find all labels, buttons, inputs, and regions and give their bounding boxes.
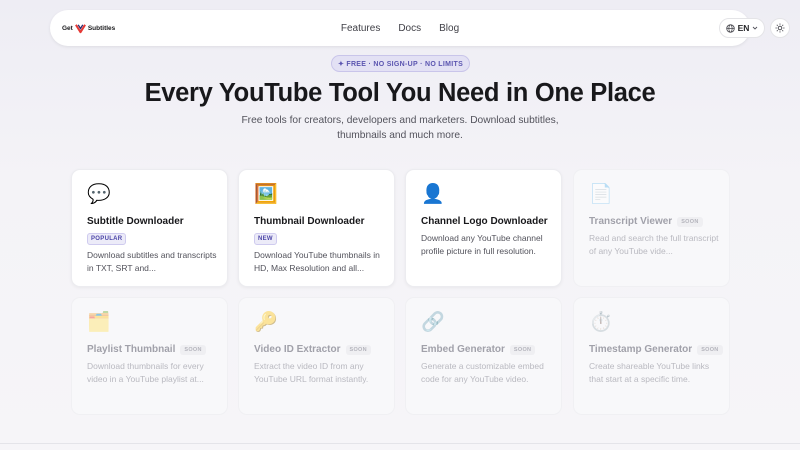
- soon-badge: SOON: [345, 344, 371, 355]
- divider: [0, 443, 800, 444]
- tool-description: Create shareable YouTube links that star…: [589, 361, 710, 384]
- tool-title: Transcript Viewer: [589, 216, 673, 227]
- stopwatch-icon: ⏱️: [589, 311, 613, 333]
- logo-mark-icon: [74, 23, 86, 33]
- tool-card: 🔗 Embed Generator SOON Generate a customiza…: [405, 297, 562, 415]
- key-icon: 🔑: [254, 311, 278, 333]
- tool-description: Generate a customizable embed code for a…: [421, 361, 544, 384]
- tool-title: Playlist Thumbnail: [87, 344, 176, 355]
- logo-text-subtitles: Subtitles: [87, 24, 116, 32]
- tool-title: Thumbnail Downloader: [254, 216, 365, 227]
- tool-title-row: Embed Generator SOON: [421, 344, 536, 355]
- tool-title-row: Thumbnail Downloader: [254, 216, 365, 227]
- language-selector[interactable]: EN: [719, 18, 765, 38]
- document-icon: 📄: [589, 183, 613, 205]
- tool-card: 🔑 Video ID Extractor SOON Extract the video…: [238, 297, 395, 415]
- nav-link-docs[interactable]: Docs: [398, 23, 421, 34]
- tool-title: Video ID Extractor: [254, 344, 341, 355]
- tool-title-row: Playlist Thumbnail SOON: [87, 344, 206, 355]
- tool-card[interactable]: 🖼️ Thumbnail Downloader NEW Download YouTub…: [238, 169, 395, 287]
- tool-card: ⏱️ Timestamp Generator SOON Create shareabl…: [573, 297, 730, 415]
- tool-title-row: Video ID Extractor SOON: [254, 344, 371, 355]
- tool-description: Read and search the full transcript of a…: [589, 233, 719, 256]
- logo[interactable]: Get Subtitles: [62, 21, 115, 35]
- tool-description: Download thumbnails for every video in a…: [87, 361, 204, 384]
- tool-card: 📄 Transcript Viewer SOON Read and search th…: [573, 169, 730, 287]
- tool-description: Download YouTube thumbnails in HD, Max R…: [254, 250, 380, 273]
- tool-description: Extract the video ID from any YouTube UR…: [254, 361, 369, 384]
- free-badge: ✦ FREE · NO SIGN-UP · NO LIMITS: [331, 55, 470, 72]
- sun-icon: [775, 23, 785, 33]
- chevron-down-icon: [753, 26, 758, 30]
- soon-badge: SOON: [697, 344, 723, 355]
- link-icon: 🔗: [421, 311, 445, 333]
- speech-bubble-icon: 💬: [87, 183, 111, 205]
- tool-title-row: Transcript Viewer SOON: [589, 216, 703, 227]
- theme-toggle-button[interactable]: [770, 18, 790, 38]
- tool-title: Embed Generator: [421, 344, 505, 355]
- nav-link-features[interactable]: Features: [341, 23, 380, 34]
- tool-card[interactable]: 👤 Channel Logo Downloader Download any You…: [405, 169, 562, 287]
- soon-badge: SOON: [677, 216, 703, 227]
- globe-icon: [725, 23, 735, 33]
- soon-badge: SOON: [180, 344, 206, 355]
- page-subtitle: Free tools for creators, developers and …: [241, 115, 559, 141]
- nav-links: Features Docs Blog: [50, 10, 750, 46]
- tool-title-row: Timestamp Generator SOON: [589, 344, 723, 355]
- tool-title: Subtitle Downloader: [87, 216, 184, 227]
- folder-icon: 🗂️: [87, 311, 111, 333]
- user-silhouette-icon: 👤: [421, 183, 445, 205]
- tool-card: 🗂️ Playlist Thumbnail SOON Download thumbna…: [71, 297, 228, 415]
- top-navbar: Get Subtitles Features Docs Blog EN: [50, 10, 790, 46]
- tool-title-row: Subtitle Downloader: [87, 216, 184, 227]
- nav-link-blog[interactable]: Blog: [439, 23, 459, 34]
- language-label: EN: [737, 23, 750, 33]
- soon-badge: SOON: [509, 344, 536, 355]
- new-badge: NEW: [254, 233, 277, 245]
- tool-title: Channel Logo Downloader: [421, 216, 548, 227]
- tool-card[interactable]: 💬 Subtitle Downloader POPULAR Download subt…: [71, 169, 228, 287]
- tool-description: Download any YouTube channel profile pic…: [421, 233, 543, 256]
- page-title: Every YouTube Tool You Need in One Place: [144, 79, 656, 107]
- tool-title-row: Channel Logo Downloader: [421, 216, 548, 227]
- popular-badge: POPULAR: [87, 233, 127, 245]
- tool-description: Download subtitles and transcripts in TX…: [87, 250, 217, 273]
- tool-title: Timestamp Generator: [589, 344, 693, 355]
- framed-picture-icon: 🖼️: [254, 183, 278, 205]
- logo-text-get: Get: [62, 24, 73, 32]
